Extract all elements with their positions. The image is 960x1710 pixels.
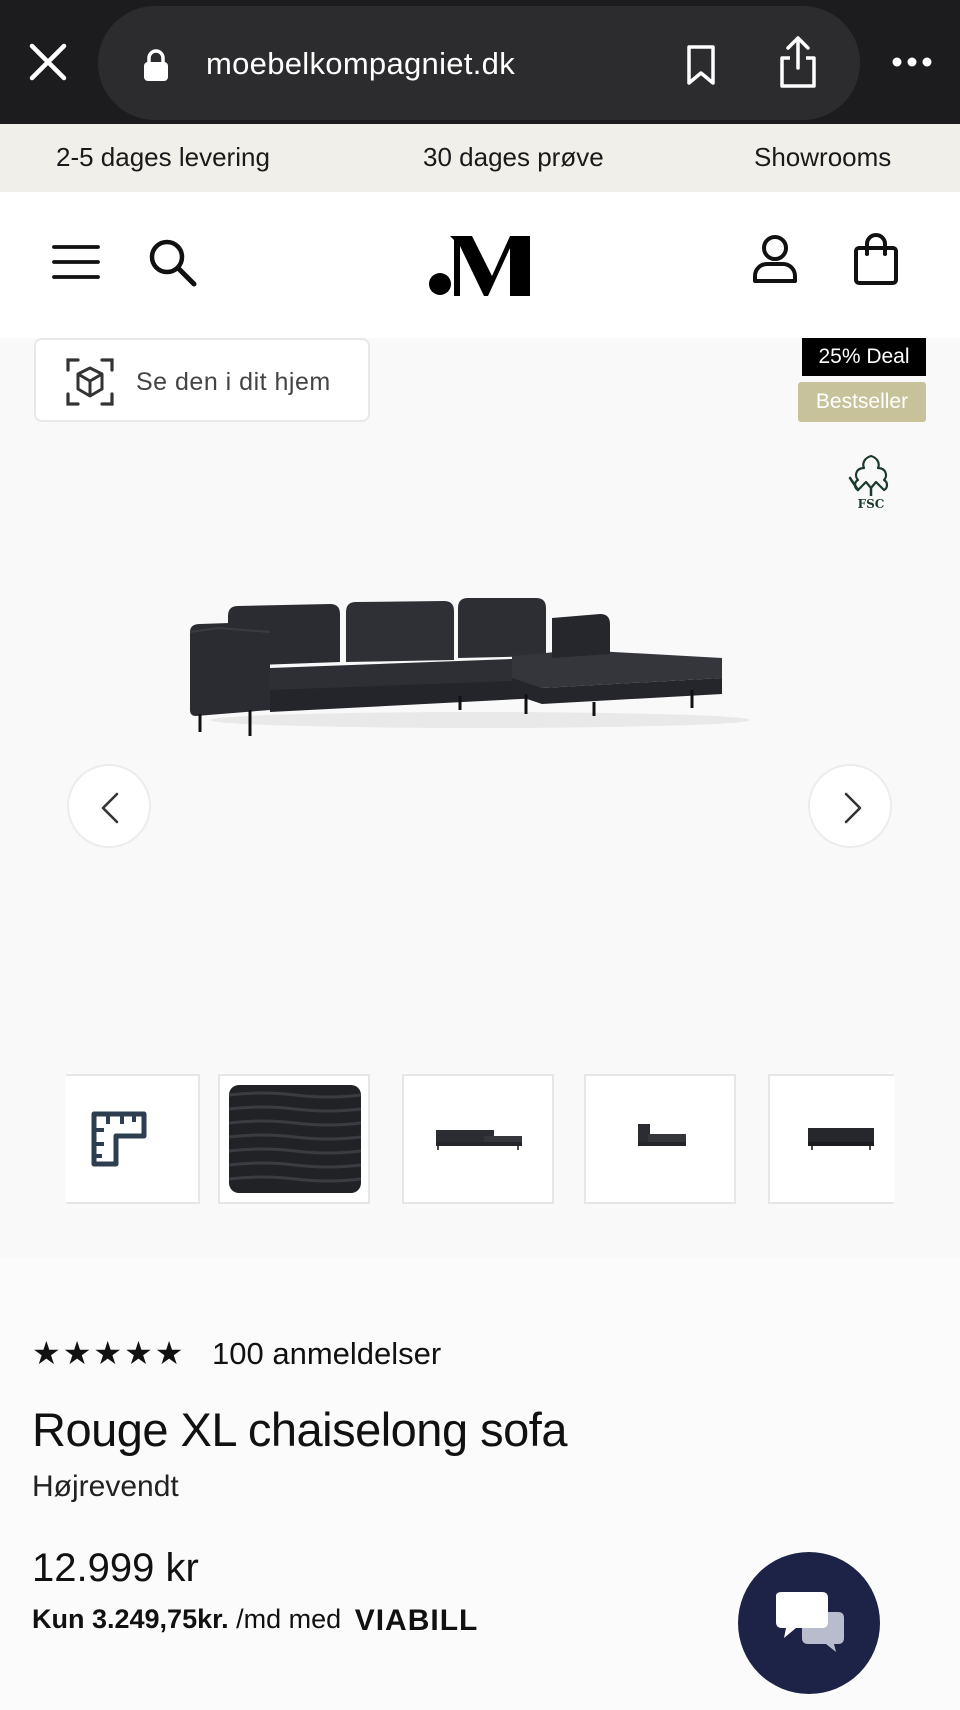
previous-image-button[interactable]	[67, 764, 151, 848]
product-gallery: Se den i dit hjem 25% Deal Bestseller FS…	[0, 338, 960, 1258]
thumbnail-sofa-side[interactable]	[584, 1074, 736, 1204]
moebelkompagniet-logo[interactable]	[426, 232, 536, 298]
shopping-bag-icon[interactable]	[852, 232, 900, 286]
bookmark-icon[interactable]	[684, 44, 718, 86]
thumbnail-sofa-back[interactable]	[768, 1074, 894, 1204]
viabill-logo: VIABILL	[354, 1604, 479, 1637]
deal-badge: 25% Deal	[802, 338, 926, 376]
thumbnail-dimensions[interactable]	[66, 1074, 200, 1204]
product-price: 12.999 kr	[32, 1546, 199, 1590]
more-options-icon[interactable]	[890, 48, 934, 76]
ruler-icon	[91, 1111, 147, 1167]
product-info: ★★★★★ 100 anmeldelser Rouge XL chaiselon…	[0, 1258, 960, 1710]
fabric-texture-image	[229, 1085, 361, 1193]
product-variant: Højrevendt	[32, 1470, 179, 1503]
fsc-logo-icon: FSC	[848, 454, 889, 510]
thumbnail-sofa-front[interactable]	[402, 1074, 554, 1204]
close-icon[interactable]	[28, 42, 68, 82]
sofa-side-thumbnail-image	[638, 1124, 686, 1146]
view-in-your-home-button[interactable]: Se den i dit hjem	[34, 338, 370, 422]
thumbnail-fabric[interactable]	[218, 1074, 370, 1204]
financing-info: Kun 3.249,75kr. /md med VIABILL	[32, 1604, 478, 1638]
next-image-button[interactable]	[808, 764, 892, 848]
share-icon[interactable]	[776, 34, 820, 90]
usp-trial[interactable]: 30 dages prøve	[423, 142, 604, 173]
account-icon[interactable]	[752, 234, 798, 284]
product-title: Rouge XL chaiselong sofa	[32, 1403, 567, 1456]
chevron-right-icon	[844, 792, 862, 824]
bestseller-badge: Bestseller	[798, 382, 926, 422]
browser-toolbar: moebelkompagniet.dk	[0, 0, 960, 124]
rating-stars[interactable]: ★★★★★	[32, 1334, 185, 1372]
chevron-left-icon	[101, 792, 119, 824]
usp-delivery[interactable]: 2-5 dages levering	[56, 142, 270, 173]
fsc-text: FSC	[858, 497, 885, 510]
financing-suffix: /md med	[236, 1604, 342, 1634]
lock-icon	[144, 49, 168, 81]
sofa-thumbnail-image	[436, 1130, 522, 1150]
ar-button-label: Se den i dit hjem	[136, 368, 331, 396]
sofa-back-thumbnail-image	[808, 1128, 874, 1150]
address-bar[interactable]: moebelkompagniet.dk	[98, 6, 860, 120]
usp-bar: 2-5 dages levering 30 dages prøve Showro…	[0, 124, 960, 192]
financing-amount: Kun 3.249,75kr.	[32, 1604, 229, 1634]
ar-cube-icon	[66, 358, 114, 406]
chat-button[interactable]	[738, 1552, 880, 1694]
product-image-sofa	[190, 598, 750, 736]
site-header	[0, 192, 960, 338]
chat-bubbles-icon	[776, 1592, 844, 1652]
search-icon[interactable]	[146, 236, 198, 288]
thumbnail-strip	[66, 1074, 894, 1204]
url-text[interactable]: moebelkompagniet.dk	[206, 46, 515, 82]
hamburger-menu-icon[interactable]	[52, 242, 100, 282]
reviews-link[interactable]: 100 anmeldelser	[212, 1336, 441, 1372]
usp-showrooms[interactable]: Showrooms	[754, 142, 891, 173]
